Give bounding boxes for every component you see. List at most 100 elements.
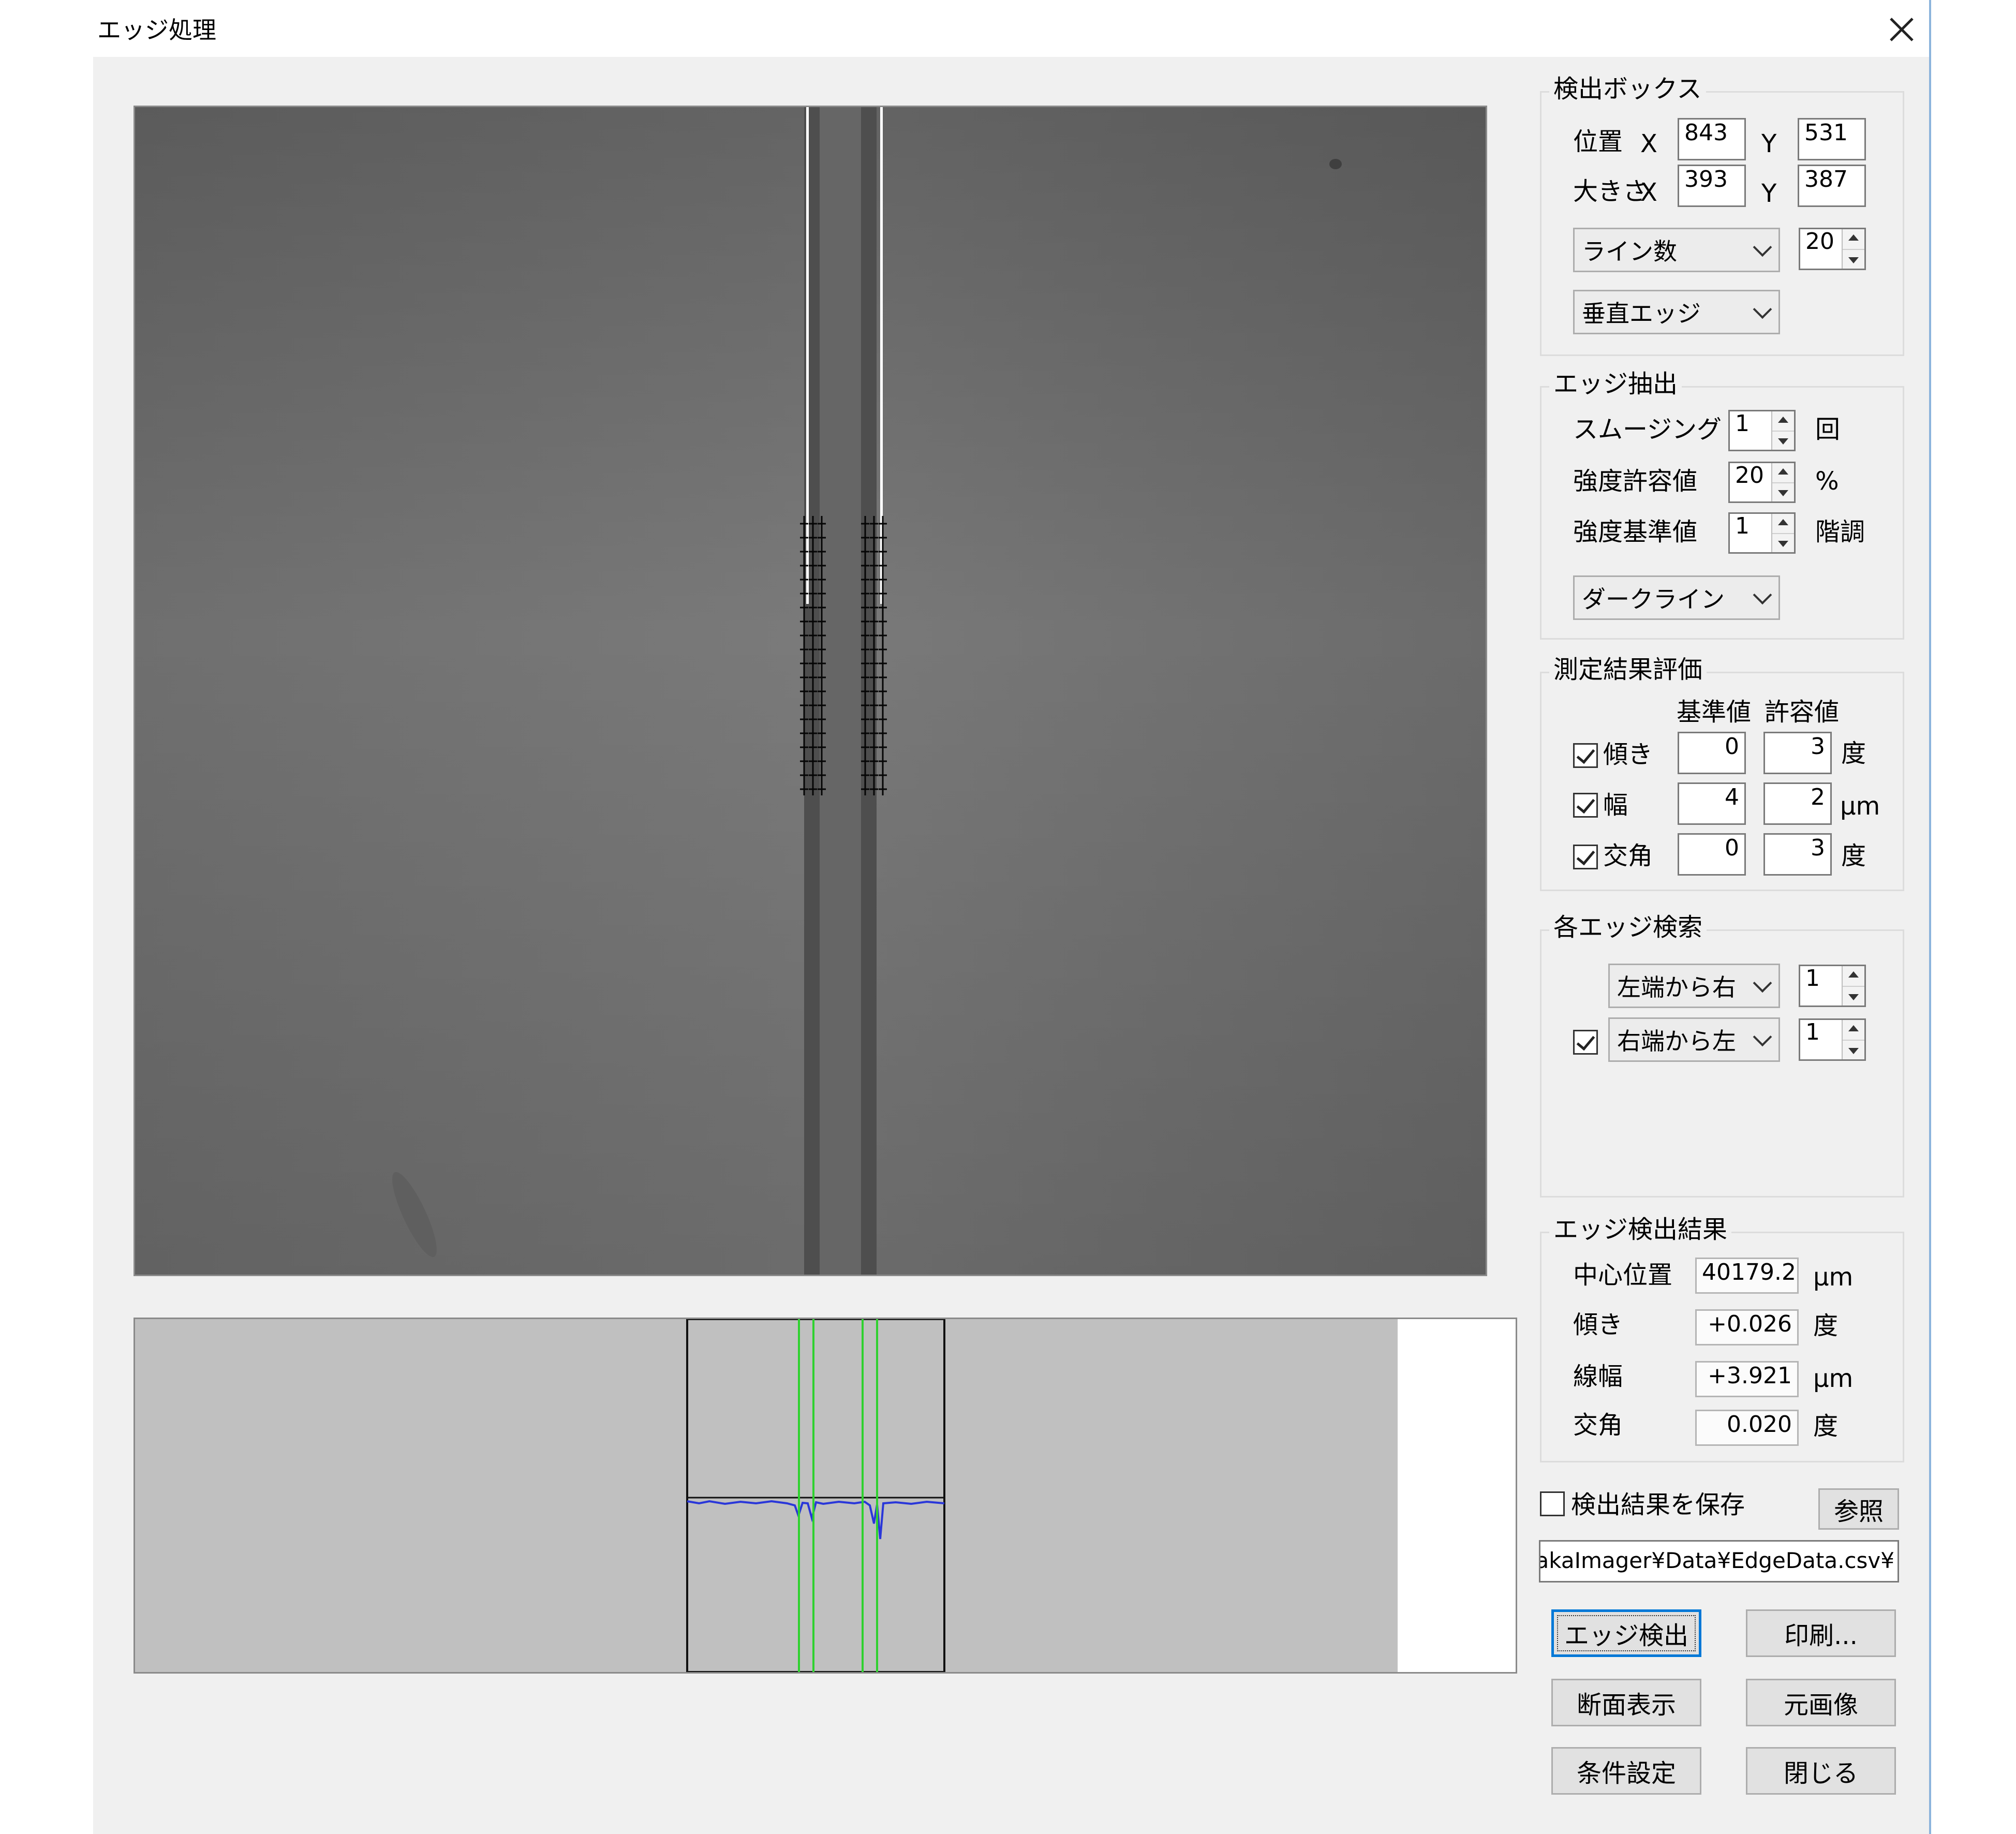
width-result-unit: μm bbox=[1813, 1364, 1854, 1393]
center-label: 中心位置 bbox=[1573, 1261, 1673, 1290]
angle-eval-unit: 度 bbox=[1841, 841, 1866, 870]
edge-detect-button[interactable]: エッジ検出 bbox=[1551, 1609, 1701, 1657]
angle-tolerance-field[interactable]: 3 bbox=[1763, 833, 1832, 876]
width-result-label: 線幅 bbox=[1573, 1362, 1623, 1391]
spin-arrows-icon[interactable] bbox=[1771, 514, 1794, 552]
center-value: 40179.257 bbox=[1695, 1258, 1799, 1294]
right-count-spinner[interactable]: 1 bbox=[1799, 1018, 1866, 1061]
left-search-value: 左端から右 bbox=[1617, 973, 1736, 1001]
line-type-select[interactable]: ダークライン bbox=[1573, 575, 1780, 620]
conditions-button[interactable]: 条件設定 bbox=[1551, 1747, 1701, 1795]
size-x-label: X bbox=[1640, 178, 1657, 207]
tilt-eval-unit: 度 bbox=[1841, 739, 1866, 768]
size-label: 大きさ bbox=[1573, 177, 1648, 206]
angle-eval-label: 交角 bbox=[1603, 841, 1653, 870]
left-count-spinner[interactable]: 1 bbox=[1799, 965, 1866, 1007]
smoothing-unit: 回 bbox=[1815, 415, 1841, 444]
camera-image[interactable] bbox=[134, 106, 1487, 1276]
spin-arrows-icon[interactable] bbox=[1771, 411, 1794, 450]
tilt-result-value: +0.026 bbox=[1695, 1309, 1799, 1345]
save-results-checkbox[interactable] bbox=[1540, 1491, 1565, 1516]
position-x-field[interactable]: 843 bbox=[1678, 118, 1746, 160]
right-search-value: 右端から左 bbox=[1617, 1027, 1736, 1055]
spin-arrows-icon[interactable] bbox=[1842, 1020, 1864, 1059]
tolerance-unit: % bbox=[1815, 467, 1839, 496]
right-count-value: 1 bbox=[1805, 1019, 1820, 1045]
edge-direction-select[interactable]: 垂直エッジ bbox=[1573, 290, 1780, 334]
tilt-result-label: 傾き bbox=[1573, 1310, 1623, 1339]
spin-arrows-icon[interactable] bbox=[1842, 229, 1864, 269]
detect-box-title: 検出ボックス bbox=[1549, 77, 1706, 101]
right-search-checkbox[interactable] bbox=[1573, 1030, 1598, 1055]
center-unit: μm bbox=[1813, 1263, 1854, 1292]
position-y-field[interactable]: 531 bbox=[1798, 118, 1866, 160]
line-count-spinner[interactable]: 20 bbox=[1799, 228, 1866, 270]
width-eval-label: 幅 bbox=[1603, 791, 1628, 820]
angle-checkbox[interactable] bbox=[1573, 845, 1598, 869]
tilt-tolerance-field[interactable]: 3 bbox=[1763, 732, 1832, 774]
spin-arrows-icon[interactable] bbox=[1771, 463, 1794, 501]
left-count-value: 1 bbox=[1805, 965, 1820, 992]
angle-result-value: 0.020 bbox=[1695, 1410, 1799, 1446]
edge-cross-marks bbox=[135, 107, 1486, 1275]
spin-arrows-icon[interactable] bbox=[1842, 966, 1864, 1005]
original-image-button[interactable]: 元画像 bbox=[1746, 1679, 1896, 1726]
position-y-label: Y bbox=[1761, 129, 1777, 158]
reference-spinner[interactable]: 1 bbox=[1728, 512, 1796, 554]
reference-label: 強度基準値 bbox=[1573, 517, 1698, 546]
edge-extract-title: エッジ抽出 bbox=[1549, 372, 1682, 396]
line-count-value: 20 bbox=[1805, 228, 1834, 255]
dialog-right-border bbox=[1929, 0, 1931, 1834]
position-x-label: X bbox=[1640, 129, 1657, 158]
reference-value: 1 bbox=[1735, 513, 1750, 539]
reference-unit: 階調 bbox=[1815, 517, 1865, 546]
results-title: エッジ検出結果 bbox=[1549, 1217, 1732, 1242]
tilt-reference-field[interactable]: 0 bbox=[1678, 732, 1746, 774]
evaluation-header-reference: 基準値 bbox=[1677, 698, 1752, 727]
smoothing-label: スムージング bbox=[1573, 415, 1722, 444]
width-reference-field[interactable]: 4 bbox=[1678, 782, 1746, 825]
tolerance-value: 20 bbox=[1735, 462, 1764, 489]
chevron-down-icon bbox=[1753, 973, 1772, 993]
chevron-down-icon bbox=[1753, 1027, 1772, 1047]
width-checkbox[interactable] bbox=[1573, 793, 1598, 818]
smoothing-value: 1 bbox=[1735, 410, 1750, 437]
line-mode-select[interactable]: ライン数 bbox=[1573, 228, 1780, 272]
angle-result-label: 交角 bbox=[1573, 1411, 1623, 1440]
browse-button[interactable]: 参照 bbox=[1818, 1488, 1899, 1530]
edge-direction-value: 垂直エッジ bbox=[1582, 300, 1701, 328]
tilt-checkbox[interactable] bbox=[1573, 743, 1598, 768]
cross-section-button[interactable]: 断面表示 bbox=[1551, 1679, 1701, 1726]
evaluation-header-tolerance: 許容値 bbox=[1765, 698, 1840, 727]
chevron-down-icon bbox=[1753, 300, 1772, 319]
angle-result-unit: 度 bbox=[1813, 1412, 1839, 1441]
tilt-eval-label: 傾き bbox=[1603, 740, 1653, 769]
angle-reference-field[interactable]: 0 bbox=[1678, 833, 1746, 876]
chevron-down-icon bbox=[1753, 585, 1772, 605]
evaluation-title: 測定結果評価 bbox=[1549, 657, 1707, 682]
chevron-down-icon bbox=[1753, 238, 1772, 257]
save-path-field[interactable]: ¥MitakaImager¥Data¥EdgeData.csv bbox=[1539, 1540, 1899, 1582]
position-label: 位置 bbox=[1573, 127, 1623, 156]
size-y-field[interactable]: 387 bbox=[1798, 165, 1866, 207]
width-tolerance-field[interactable]: 2 bbox=[1763, 782, 1832, 825]
print-button[interactable]: 印刷... bbox=[1746, 1609, 1896, 1657]
close-button[interactable]: 閉じる bbox=[1746, 1747, 1896, 1795]
save-results-label: 検出結果を保存 bbox=[1571, 1490, 1745, 1519]
left-search-select[interactable]: 左端から右 bbox=[1608, 964, 1780, 1008]
tolerance-label: 強度許容値 bbox=[1573, 467, 1698, 496]
tolerance-spinner[interactable]: 20 bbox=[1728, 462, 1796, 503]
line-type-value: ダークライン bbox=[1582, 585, 1725, 613]
line-mode-value: ライン数 bbox=[1582, 238, 1677, 265]
close-icon[interactable] bbox=[1884, 11, 1920, 48]
width-eval-unit: μm bbox=[1840, 792, 1880, 821]
size-y-label: Y bbox=[1761, 179, 1777, 208]
edge-search-title: 各エッジ検索 bbox=[1549, 915, 1707, 940]
profile-graph bbox=[134, 1318, 1517, 1674]
size-x-field[interactable]: 393 bbox=[1678, 165, 1746, 207]
tilt-result-unit: 度 bbox=[1813, 1311, 1839, 1340]
smoothing-spinner[interactable]: 1 bbox=[1728, 410, 1796, 451]
width-result-value: +3.921 bbox=[1695, 1361, 1799, 1397]
window-title: エッジ処理 bbox=[97, 16, 216, 44]
right-search-select[interactable]: 右端から左 bbox=[1608, 1017, 1780, 1062]
